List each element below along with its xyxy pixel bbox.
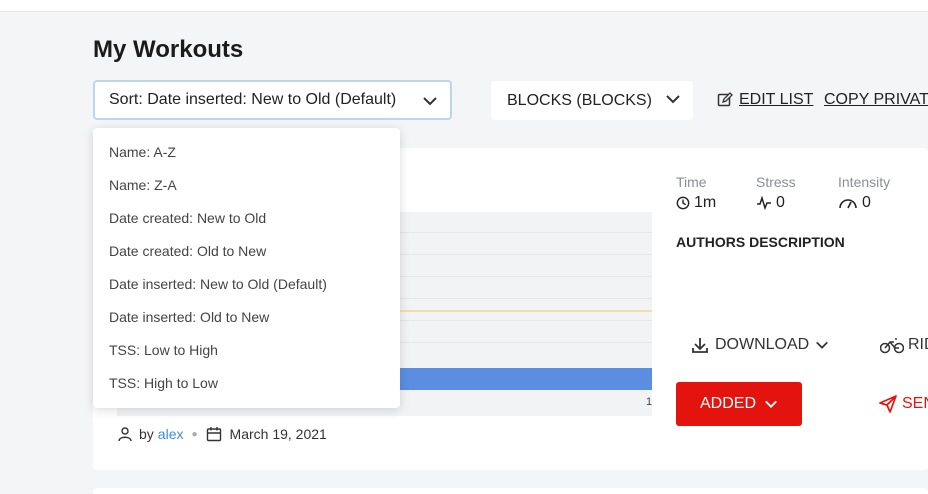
download-icon bbox=[691, 336, 709, 354]
chevron-down-icon bbox=[665, 91, 681, 107]
stat-time: Time 1m bbox=[676, 174, 716, 212]
stat-value: 0 bbox=[862, 194, 871, 211]
download-label: DOWNLOAD bbox=[715, 336, 810, 353]
send-icon bbox=[878, 394, 898, 414]
authors-description-heading: AUTHORS DESCRIPTION bbox=[676, 234, 845, 250]
blocks-select[interactable]: BLOCKS (BLOCKS) bbox=[491, 81, 693, 120]
stat-stress: Stress 0 bbox=[756, 174, 796, 212]
workout-date: March 19, 2021 bbox=[229, 426, 327, 442]
added-button[interactable]: ADDED bbox=[676, 382, 802, 426]
gauge-icon bbox=[838, 196, 858, 210]
author-link[interactable]: alex bbox=[158, 426, 184, 442]
chevron-down-icon bbox=[422, 93, 438, 109]
ride-button[interactable]: RIDE bbox=[880, 336, 928, 354]
sort-select[interactable]: Sort: Date inserted: New to Old (Default… bbox=[93, 80, 452, 120]
bicycle-icon bbox=[880, 336, 904, 354]
sort-option-tss-low-high[interactable]: TSS: Low to High bbox=[93, 334, 400, 367]
edit-list-label: EDIT LIST bbox=[739, 91, 814, 108]
copy-private-link[interactable]: COPY PRIVATE bbox=[824, 91, 928, 109]
clock-icon bbox=[676, 196, 690, 210]
chevron-down-icon bbox=[764, 397, 778, 411]
ride-label: RIDE bbox=[908, 336, 928, 353]
page-title: My Workouts bbox=[93, 36, 244, 63]
sort-option-created-new-old[interactable]: Date created: New to Old bbox=[93, 202, 400, 235]
send-label: SEND bbox=[902, 395, 928, 412]
calendar-icon bbox=[206, 426, 222, 442]
sort-option-inserted-old-new[interactable]: Date inserted: Old to New bbox=[93, 301, 400, 334]
stat-value: 1m bbox=[694, 194, 717, 211]
pulse-icon bbox=[756, 196, 772, 210]
edit-list-link[interactable]: EDIT LIST bbox=[717, 91, 813, 109]
stat-label: Stress bbox=[756, 174, 796, 190]
next-workout-card bbox=[93, 488, 928, 494]
send-button[interactable]: SEND bbox=[878, 394, 928, 414]
author-prefix: by bbox=[139, 426, 154, 442]
stat-intensity: Intensity 0 bbox=[838, 174, 890, 212]
download-button[interactable]: DOWNLOAD bbox=[691, 336, 829, 354]
stat-value: 0 bbox=[776, 194, 785, 211]
sort-option-created-old-new[interactable]: Date created: Old to New bbox=[93, 235, 400, 268]
separator-dot: ● bbox=[191, 428, 198, 440]
sort-select-label: Sort: Date inserted: New to Old (Default… bbox=[109, 91, 397, 108]
sort-dropdown-menu: Name: A-Z Name: Z-A Date created: New to… bbox=[93, 128, 400, 408]
sort-option-name-az[interactable]: Name: A-Z bbox=[93, 136, 400, 169]
sort-option-name-za[interactable]: Name: Z-A bbox=[93, 169, 400, 202]
sort-option-inserted-new-old[interactable]: Date inserted: New to Old (Default) bbox=[93, 268, 400, 301]
workout-meta: by alex ● March 19, 2021 bbox=[117, 426, 327, 442]
sort-option-tss-high-low[interactable]: TSS: High to Low bbox=[93, 367, 400, 400]
chart-tick-label: 1 bbox=[646, 396, 653, 408]
stat-label: Intensity bbox=[838, 174, 891, 190]
blocks-select-label: BLOCKS (BLOCKS) bbox=[507, 91, 652, 109]
stat-label: Time bbox=[676, 174, 707, 190]
chevron-down-icon bbox=[815, 338, 829, 352]
user-icon bbox=[117, 426, 133, 442]
top-bar bbox=[0, 0, 928, 12]
edit-icon bbox=[717, 92, 733, 108]
added-label: ADDED bbox=[699, 395, 756, 412]
